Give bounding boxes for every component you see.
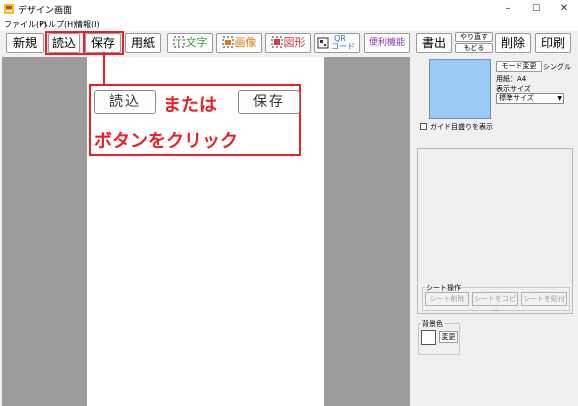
paper-button[interactable]: 用紙: [125, 33, 161, 53]
close-button[interactable]: ✕: [550, 0, 578, 18]
background-color-label: 背景色: [421, 319, 444, 329]
shape-button[interactable]: 図形: [265, 33, 311, 53]
sheet-paste-button[interactable]: シートを貼付: [521, 292, 567, 306]
new-button[interactable]: 新規: [6, 33, 44, 53]
instruction-callout: 読込 または 保存 ボタンをクリック: [89, 84, 301, 156]
sheet-copy-button[interactable]: シートをコピー: [472, 292, 518, 315]
menu-info[interactable]: 情報(I): [75, 19, 100, 30]
qr-label-bottom: コード: [331, 42, 355, 51]
callout-load-button: 読込: [94, 90, 156, 114]
text-tool-icon: T: [173, 36, 185, 49]
menu-help[interactable]: ヘルプ(H): [40, 19, 76, 30]
window-title: デザイン画面: [18, 6, 73, 16]
callout-save-button: 保存: [238, 90, 300, 114]
title-bar: デザイン画面 – ☐ ✕: [0, 0, 578, 18]
undo-button[interactable]: もどる: [455, 43, 493, 53]
sheet-delete-button[interactable]: シート削除: [425, 292, 469, 306]
qr-code-icon: [317, 37, 329, 49]
svg-text:T: T: [175, 39, 182, 48]
export-button[interactable]: 書出: [416, 33, 452, 53]
guide-checkbox[interactable]: [420, 123, 427, 130]
chevron-down-icon: ▼: [557, 95, 562, 102]
background-color-change-button[interactable]: 変更: [439, 331, 458, 343]
delete-button[interactable]: 削除: [495, 33, 531, 53]
guide-checkbox-label: ガイド目盛りを表示: [430, 123, 493, 131]
qr-code-button[interactable]: QR コード: [314, 33, 360, 53]
app-icon: [4, 4, 14, 14]
background-color-swatch[interactable]: [421, 330, 436, 345]
minimize-button[interactable]: –: [494, 0, 522, 18]
callout-or-text: または: [163, 95, 217, 116]
maximize-button[interactable]: ☐: [522, 0, 550, 18]
display-size-select[interactable]: 標準サイズ ▼: [496, 93, 564, 104]
paper-size-label: 用紙：A4: [496, 75, 527, 83]
highlight-divider: [83, 31, 85, 55]
mode-change-button[interactable]: モード変更: [496, 61, 542, 72]
shape-button-label: 図形: [283, 36, 306, 49]
display-size-value: 標準サイズ: [499, 94, 534, 102]
paper-preview: [429, 59, 491, 119]
print-button[interactable]: 印刷: [535, 33, 571, 53]
image-button[interactable]: 画像: [216, 33, 262, 53]
menu-bar: ファイル(F) ヘルプ(H) 情報(I): [0, 18, 578, 31]
shape-tool-icon: [271, 36, 283, 48]
mode-value: シングル: [543, 63, 571, 71]
useful-functions-button[interactable]: 便利機能: [364, 33, 410, 53]
image-button-label: 画像: [234, 36, 257, 49]
redo-button[interactable]: やり直す: [455, 32, 493, 42]
text-button-label: 文字: [185, 36, 208, 49]
callout-connector: [103, 52, 105, 85]
text-button[interactable]: T 文字: [167, 33, 213, 53]
callout-click-text: ボタンをクリック: [94, 131, 238, 152]
image-tool-icon: [222, 36, 234, 48]
